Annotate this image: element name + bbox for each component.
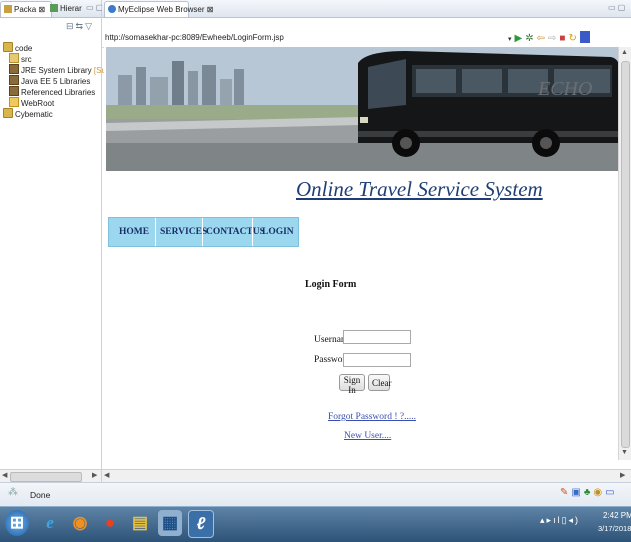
browser-icon[interactable]: ● xyxy=(98,510,122,536)
scroll-left-icon[interactable]: ◀ xyxy=(2,471,7,479)
status-bar xyxy=(0,482,631,507)
forward-icon[interactable]: ⇨ xyxy=(548,33,559,44)
library-icon xyxy=(9,75,19,85)
browser-minimize-maximize-controls[interactable]: ▭ ▢ xyxy=(608,3,625,12)
sign-in-button[interactable]: Sign In xyxy=(339,374,365,395)
scroll-left-icon[interactable]: ◀ xyxy=(104,471,109,479)
scroll-right-icon[interactable]: ▶ xyxy=(92,471,97,479)
battery-icon[interactable]: ▯ xyxy=(562,515,569,525)
url-field[interactable]: http://somasekhar-pc:8089/Ewheeb/LoginFo… xyxy=(105,32,485,44)
nav-separator xyxy=(155,218,156,246)
banner-image: ECHO xyxy=(106,47,619,171)
site-title: Online Travel Service System xyxy=(296,177,543,201)
scroll-right-icon[interactable]: ▶ xyxy=(620,471,625,479)
settings-icon[interactable]: ✲ xyxy=(525,33,536,44)
tree-item-javaee[interactable]: Java EE 5 Libraries xyxy=(9,75,90,86)
browser-vertical-scrollbar[interactable]: ▲ ▼ xyxy=(618,47,631,460)
windows-taskbar xyxy=(0,506,631,542)
main-navigation: HOME SERVICES CONTACTUS LOGIN xyxy=(108,217,299,247)
source-folder-icon xyxy=(9,53,19,63)
library-icon xyxy=(9,64,19,74)
window-icon[interactable]: ▣ xyxy=(571,487,583,498)
project-icon xyxy=(3,108,13,118)
tree-item-code[interactable]: code xyxy=(3,42,32,53)
nav-contactus-link[interactable]: CONTACTUS xyxy=(206,218,265,246)
status-indicator-icon: ⁂ xyxy=(8,487,18,498)
globe-icon[interactable]: ◉ xyxy=(593,487,605,498)
nav-separator xyxy=(252,218,253,246)
calculator-icon[interactable]: ▦ xyxy=(158,510,182,536)
folder-icon xyxy=(9,97,19,107)
tab-label: Hierar xyxy=(60,4,82,13)
password-input[interactable] xyxy=(343,353,411,367)
eclipse-app-icon[interactable]: ℓ xyxy=(188,510,214,538)
tree-item-cybematic[interactable]: Cybematic xyxy=(3,108,53,119)
status-text: Done xyxy=(30,490,51,500)
signal-icon[interactable]: ıl xyxy=(553,515,562,525)
monitor-icon[interactable]: ▭ xyxy=(605,487,617,498)
scroll-up-icon[interactable]: ▲ xyxy=(621,49,628,56)
project-icon xyxy=(3,42,13,52)
internet-explorer-icon[interactable]: e xyxy=(38,510,62,536)
login-form-heading: Login Form xyxy=(305,279,357,290)
new-user-link[interactable]: New User.... xyxy=(344,431,391,441)
system-tray: ▴▸ıl▯◂) xyxy=(540,515,580,526)
library-icon xyxy=(9,86,19,96)
tree-item-jre[interactable]: JRE System Library [Sun J xyxy=(9,64,117,75)
scroll-down-icon[interactable]: ▼ xyxy=(621,449,628,456)
tree-item-webroot[interactable]: WebRoot xyxy=(9,97,54,108)
clock-date[interactable]: 3/17/2018 xyxy=(598,524,631,533)
pencil-icon[interactable]: ✎ xyxy=(560,487,571,498)
nav-home-link[interactable]: HOME xyxy=(119,218,149,246)
back-icon[interactable]: ⇦ xyxy=(537,33,548,44)
left-horizontal-scrollbar[interactable]: ◀ ▶ xyxy=(0,469,101,482)
nav-services-link[interactable]: SERVICES xyxy=(160,218,207,246)
minimize-maximize-controls[interactable]: ▭ ▢ xyxy=(86,3,103,12)
clear-button[interactable]: Clear xyxy=(368,374,392,391)
refresh-icon[interactable]: ↻ xyxy=(568,33,579,44)
globe-icon xyxy=(108,5,116,13)
scroll-thumb[interactable] xyxy=(10,472,82,482)
start-button-icon[interactable]: ⊞ xyxy=(5,510,29,536)
tab-myeclipse-web-browser[interactable]: MyEclipse Web Browser ⊠ xyxy=(104,1,213,17)
media-player-icon[interactable]: ◉ xyxy=(68,510,92,536)
browser-horizontal-scrollbar[interactable]: ◀ ▶ xyxy=(102,469,631,482)
hierarchy-icon xyxy=(50,4,58,12)
tree-item-referenced[interactable]: Referenced Libraries xyxy=(9,86,95,97)
username-input[interactable] xyxy=(343,330,411,344)
clock-time[interactable]: 2:42 PM xyxy=(603,511,631,520)
tree-icon[interactable]: ♣ xyxy=(584,487,594,498)
collapse-link-toolbar[interactable]: ⊟⇆▽ xyxy=(66,21,94,32)
go-icon[interactable]: ▶ xyxy=(515,33,526,44)
bus-brand-text: ECHO xyxy=(537,78,592,100)
tab-hierarchy[interactable]: Hierar xyxy=(47,1,91,16)
tree-item-src[interactable]: src xyxy=(9,53,32,64)
status-tray-icons: ✎▣♣◉▭ xyxy=(560,487,618,498)
file-explorer-icon[interactable]: ▤ xyxy=(128,510,152,536)
bus-skyline-illustration: ECHO xyxy=(106,47,619,171)
tab-label: Packa ⊠ xyxy=(14,5,46,14)
nav-separator xyxy=(202,218,203,246)
browser-nav-toolbar: ▾▶✲⇦⇨■↻ xyxy=(508,31,590,44)
browser-menu-icon[interactable] xyxy=(579,31,590,43)
tab-package-explorer[interactable]: Packa ⊠ xyxy=(0,1,52,17)
volume-icon[interactable]: ◂) xyxy=(569,515,581,525)
forgot-password-link[interactable]: Forgot Password ! ?..... xyxy=(328,412,416,422)
scroll-thumb[interactable] xyxy=(621,61,630,448)
package-explorer-icon xyxy=(4,5,12,13)
nav-login-link[interactable]: LOGIN xyxy=(262,218,294,246)
